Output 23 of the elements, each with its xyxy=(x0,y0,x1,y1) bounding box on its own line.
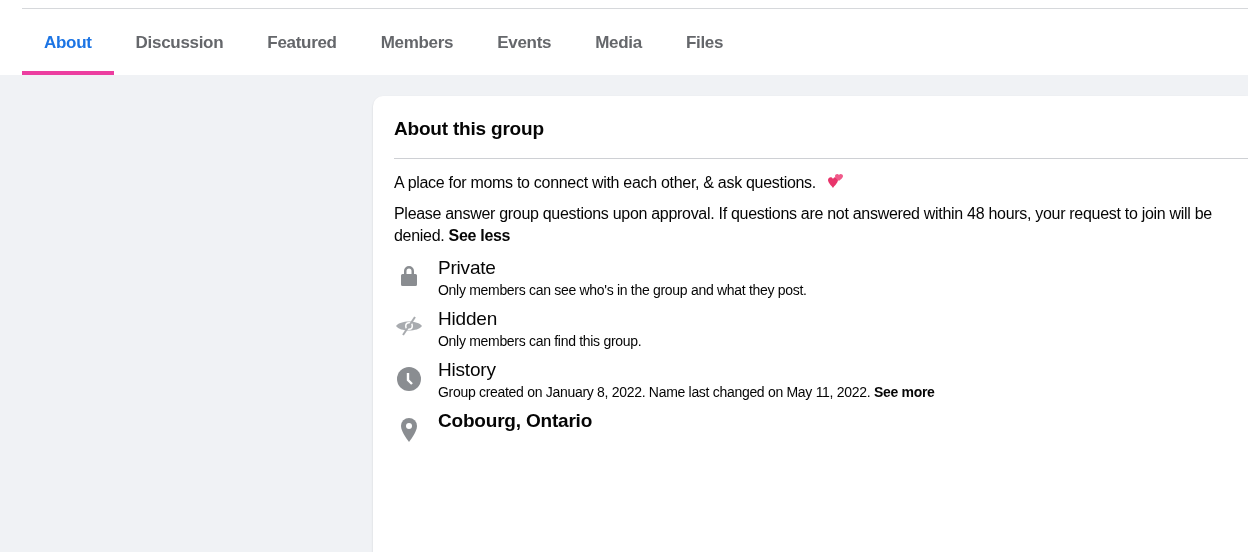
item-title: Private xyxy=(438,257,497,279)
tab[interactable]: Discussion xyxy=(113,17,246,75)
item-description: Only members can find this group. xyxy=(438,333,642,349)
tab[interactable]: Featured xyxy=(245,17,359,75)
tab[interactable]: Members xyxy=(358,17,476,75)
see-less-link[interactable]: See less xyxy=(448,227,511,244)
clock-icon xyxy=(397,367,421,391)
item-title: Cobourg, Ontario xyxy=(438,410,593,432)
see-more-link[interactable]: See more xyxy=(873,384,935,400)
item-description: Only members can see who's in the group and what they post. xyxy=(438,282,807,298)
tab[interactable]: Files xyxy=(663,17,746,75)
item-description: Group created on January 8, 2022. Name last changed on May 11, 2022. See more xyxy=(438,384,935,400)
group-rules: Please answer group questions upon approval. If questions are not answered within 48 hours, your request to join will be denied. See less xyxy=(394,204,1213,246)
tab[interactable]: Events xyxy=(475,17,574,75)
card-title: About this group xyxy=(394,118,545,140)
tab[interactable]: About xyxy=(22,17,114,75)
tab[interactable]: Media xyxy=(573,17,664,75)
group-description: A place for moms to connect with each other, & ask questions. xyxy=(394,174,816,192)
item-title: Hidden xyxy=(438,308,498,330)
item-title: History xyxy=(438,359,497,381)
lock-icon xyxy=(399,265,419,287)
hidden-eye-icon xyxy=(395,316,423,336)
location-pin-icon xyxy=(400,418,418,442)
